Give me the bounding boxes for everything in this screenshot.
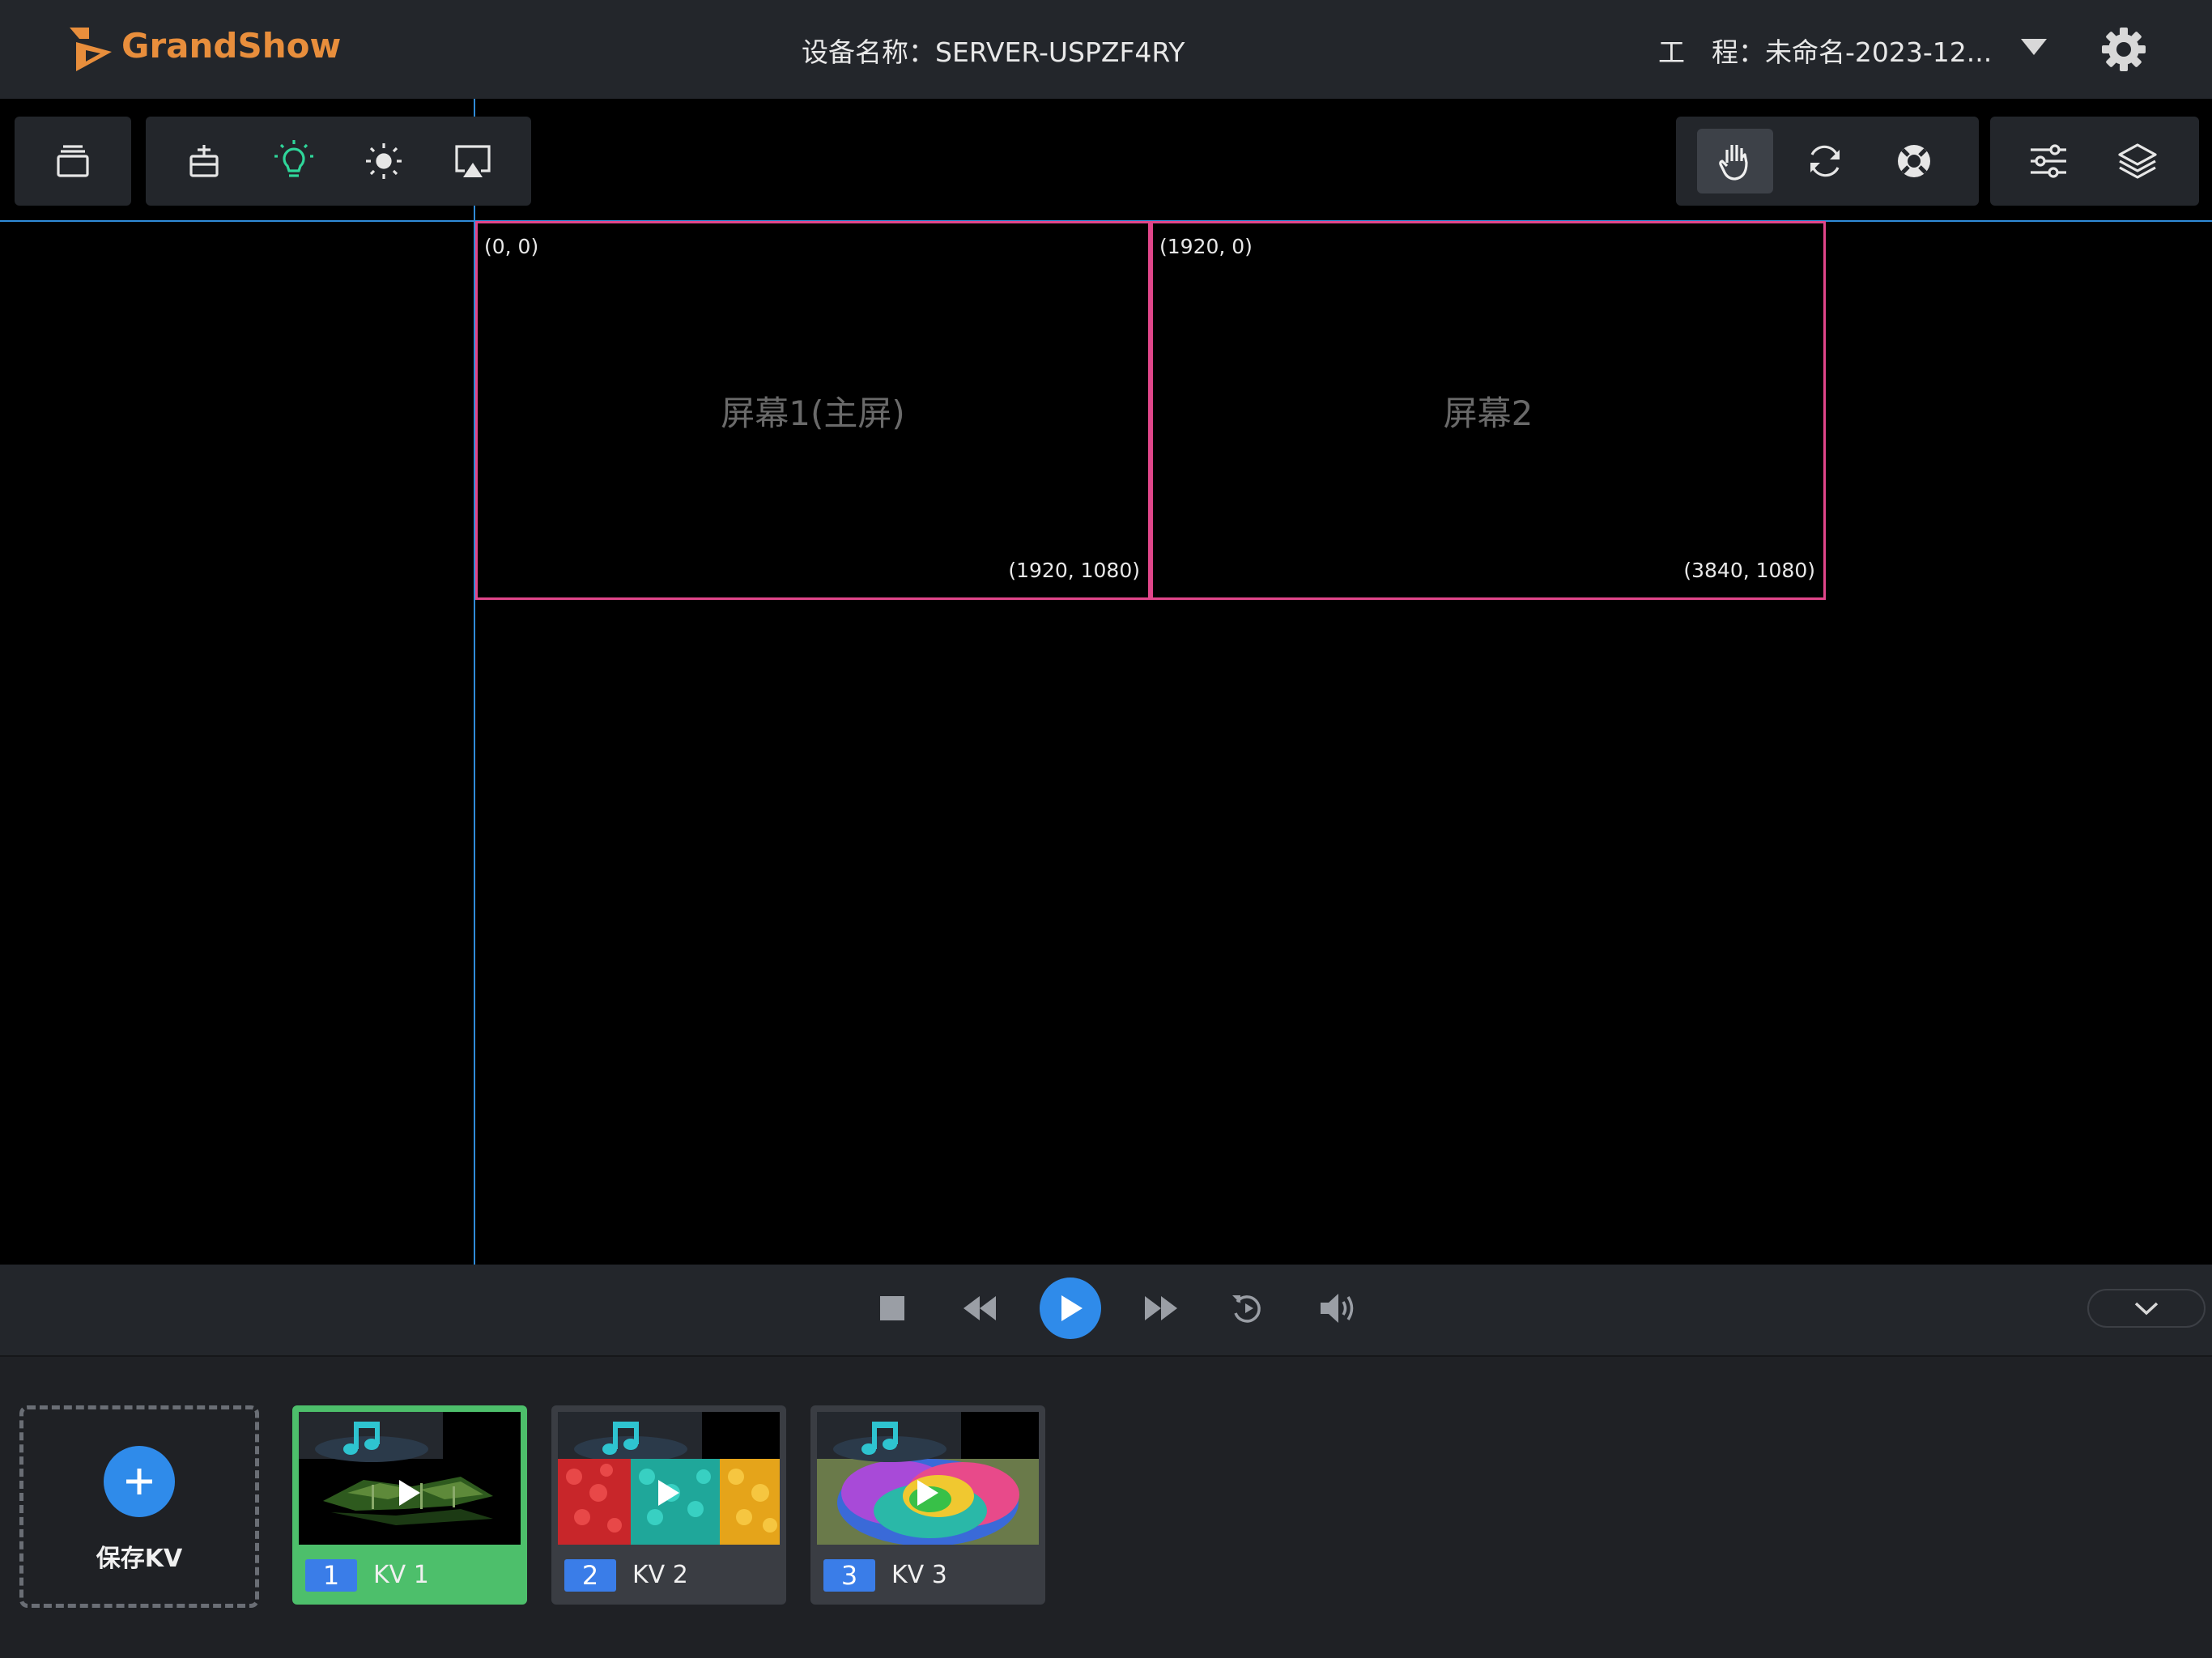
kv-number: 3	[823, 1559, 875, 1592]
play-overlay-icon	[399, 1480, 420, 1506]
lifebuoy-icon[interactable]	[1885, 132, 1943, 190]
kv-card-2[interactable]: 2 KV 2	[551, 1405, 786, 1605]
kv-card-3[interactable]: 3 KV 3	[810, 1405, 1045, 1605]
plus-icon[interactable]	[104, 1446, 175, 1517]
play-overlay-icon	[658, 1480, 679, 1506]
volume-icon[interactable]	[1318, 1289, 1362, 1328]
project-name: 未命名-2023-12...	[1765, 36, 1993, 68]
sliders-icon[interactable]	[2019, 132, 2078, 190]
airplay-icon[interactable]	[444, 132, 502, 190]
kv-name: KV 3	[891, 1561, 947, 1589]
hand-icon[interactable]	[1697, 129, 1773, 193]
screen-1-top-left-coord: (0, 0)	[484, 235, 539, 258]
kv-card-1[interactable]: 1 KV 1	[292, 1405, 527, 1605]
save-kv-label: 保存KV	[96, 1545, 183, 1573]
play-icon[interactable]	[1040, 1278, 1101, 1339]
refresh-icon[interactable]	[1796, 132, 1854, 190]
screen-1-bottom-right-coord: (1920, 1080)	[1008, 559, 1140, 582]
device-name-label: 设备名称：	[802, 36, 935, 68]
screen-1-label: 屏幕1(主屏)	[721, 393, 905, 433]
basket-icon[interactable]	[175, 132, 233, 190]
play-overlay-icon	[917, 1480, 938, 1506]
device-name: 设备名称：SERVER-USPZF4RY	[802, 31, 1185, 70]
toolbar-group-panels	[1990, 117, 2199, 206]
kv-name: KV 2	[632, 1561, 688, 1589]
rewind-icon[interactable]	[960, 1292, 999, 1324]
brightness-icon[interactable]	[355, 132, 413, 190]
layers-icon[interactable]	[2108, 132, 2167, 190]
screen-2-label: 屏幕2	[1443, 393, 1534, 433]
chevron-down-icon[interactable]	[2087, 1289, 2206, 1328]
kv-number: 1	[305, 1559, 357, 1592]
screen-2-top-left-coord: (1920, 0)	[1159, 235, 1253, 258]
fast-forward-icon[interactable]	[1142, 1292, 1180, 1324]
window-stack-icon[interactable]	[44, 132, 102, 190]
project-label: 工 程：	[1658, 36, 1765, 68]
toolbar-group-view	[1676, 117, 1979, 206]
chevron-down-icon[interactable]	[2021, 39, 2047, 55]
replay-icon[interactable]	[1227, 1289, 1266, 1328]
toolbar-group-window	[15, 117, 131, 206]
project-selector[interactable]: 工 程：未命名-2023-12...	[1658, 31, 1992, 70]
brand-name: GrandShow	[121, 26, 342, 66]
kv-thumbnail	[299, 1412, 521, 1545]
kv-name: KV 1	[373, 1561, 429, 1589]
toolbar-group-tools	[146, 117, 531, 206]
stop-icon[interactable]	[876, 1292, 908, 1324]
kv-number: 2	[564, 1559, 616, 1592]
lightbulb-icon[interactable]	[265, 132, 323, 190]
screen-2-bottom-right-coord: (3840, 1080)	[1683, 559, 1815, 582]
gear-icon[interactable]	[2100, 26, 2147, 73]
kv-thumbnail	[817, 1412, 1039, 1545]
playback-bar	[0, 1265, 2212, 1357]
device-name-value: SERVER-USPZF4RY	[935, 36, 1185, 68]
grandshow-logo-icon	[70, 28, 112, 71]
kv-thumbnail	[558, 1412, 780, 1545]
